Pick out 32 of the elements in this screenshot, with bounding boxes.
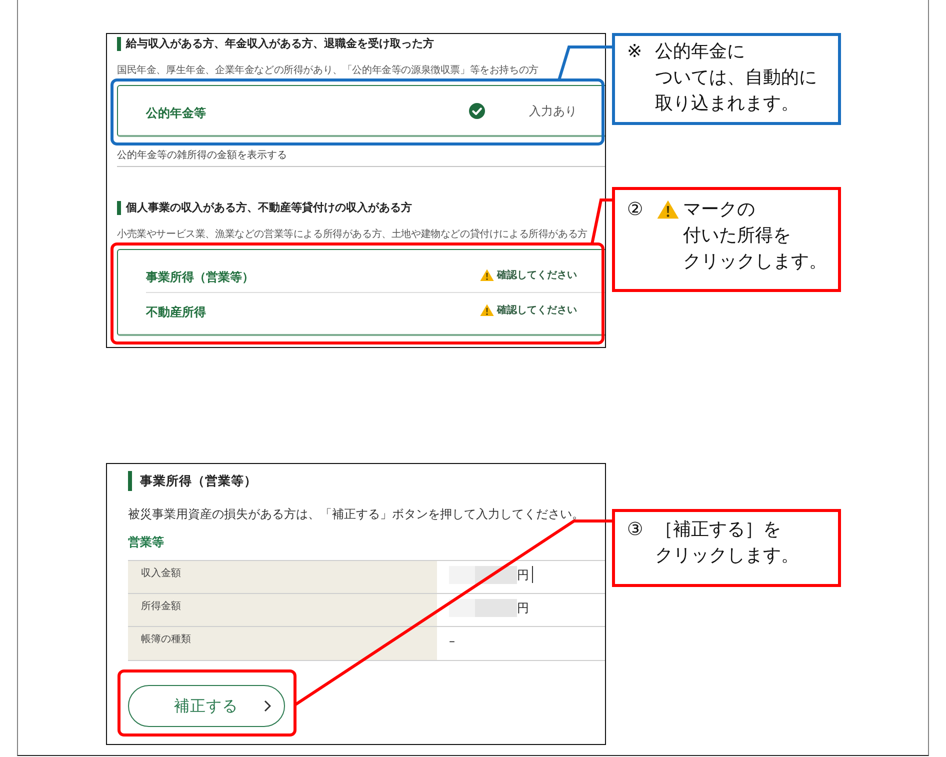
warning-icon: [657, 200, 679, 219]
callout-marker: ※: [627, 40, 644, 64]
income-category-link[interactable]: 事業所得（営業等）: [146, 270, 254, 284]
callout-marker: ③: [627, 518, 644, 542]
section-heading: 事業所得（営業等）: [128, 471, 257, 491]
subsection-heading: 営業等: [128, 534, 164, 550]
toggle-link[interactable]: 公的年金等の雑所得の金額を表示する: [117, 149, 287, 163]
row-value: –: [449, 633, 455, 650]
section-heading: 給与収入がある方、年金収入がある方、退職金を受け取った方: [117, 37, 434, 51]
warning-icon: [480, 268, 494, 282]
section-description: 国民年金、厚生年金、企業年金などの所得があり、「公的年金等の源泉徴収票」等をお持ちの方: [117, 64, 538, 78]
row-value: 円: [517, 600, 529, 617]
callout-text: マークの 付いた所得を クリックします。: [683, 198, 827, 274]
correction-button[interactable]: 補正する: [128, 685, 285, 727]
income-category-link[interactable]: 不動産所得: [146, 304, 206, 318]
callout-text: ［補正する］を クリックします。: [655, 518, 799, 568]
row-label: 収入金額: [128, 561, 437, 593]
section-description: 小売業やサービス業、漁業などの営業等による所得がある方、土地や建物などの貸付けによる所得がある方: [117, 228, 588, 242]
row-label: 帳簿の種類: [128, 627, 437, 660]
row-value: 円: [517, 567, 529, 584]
row-label: 所得金額: [128, 594, 437, 626]
check-circle-icon: [469, 103, 485, 119]
callout-marker: ②: [627, 198, 644, 222]
callout-text: 公的年金に ついては、自動的に 取り込まれます。: [655, 40, 817, 116]
income-category-link[interactable]: 公的年金等: [146, 106, 206, 120]
section-heading: 個人事業の収入がある方、不動産等貸付けの収入がある方: [117, 201, 412, 215]
status-text: 入力あり: [529, 102, 577, 120]
status-text: 確認してください: [497, 304, 577, 317]
chevron-right-icon: [264, 700, 271, 712]
status-text: 確認してください: [497, 268, 577, 282]
warning-icon: [480, 304, 494, 316]
notice-text: 被災事業用資産の損失がある方は、「補正する」ボタンを押して入力してください。: [128, 506, 584, 523]
